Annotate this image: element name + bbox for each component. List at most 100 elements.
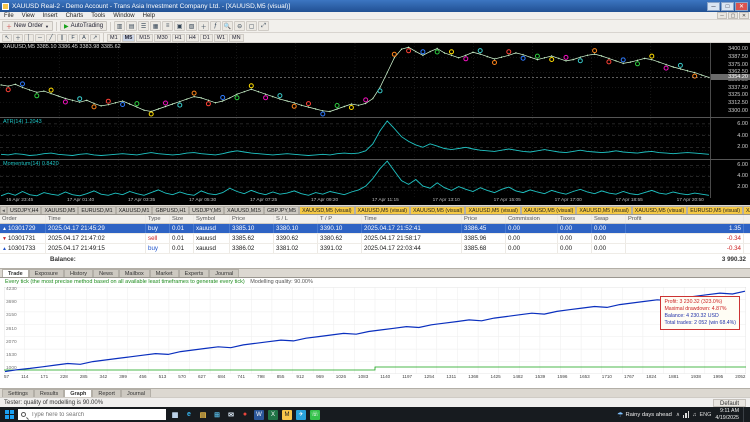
chart-tab[interactable]: XAUUSD,M15	[224, 206, 264, 214]
weather-widget[interactable]: ☂ Rainy days ahead	[617, 411, 672, 419]
tester-tab-graph[interactable]: Graph	[64, 389, 92, 397]
column-header[interactable]: Type	[146, 215, 170, 223]
cursor-icon[interactable]: ↖	[2, 34, 12, 42]
start-button[interactable]	[0, 407, 18, 422]
timeframe-h4[interactable]: H4	[186, 34, 199, 42]
tester-tab-results[interactable]: Results	[34, 389, 64, 397]
timeframe-m15[interactable]: M15	[136, 34, 153, 42]
terminal-tab-mailbox[interactable]: Mailbox	[119, 269, 150, 277]
data-window-icon[interactable]: ▦	[150, 21, 161, 31]
chart-tab[interactable]: XAUUSD,M5	[41, 206, 78, 214]
column-header[interactable]: Swap	[592, 215, 626, 223]
menu-help[interactable]: Help	[139, 13, 159, 19]
text-icon[interactable]: A	[79, 34, 89, 42]
tester-tab-settings[interactable]: Settings	[2, 389, 34, 397]
table-row[interactable]: ▲103017332025.04.17 21:49:15buy0.01xauus…	[0, 244, 750, 254]
taskbar-search[interactable]	[18, 409, 166, 420]
chart-tab[interactable]: USDJPY,H4	[7, 206, 41, 214]
indicator1-chart[interactable]	[0, 118, 710, 159]
minimize-button[interactable]: ─	[707, 2, 720, 11]
edge-icon[interactable]: e	[182, 407, 196, 422]
indicator1-pane[interactable]: ATR(14) 1.2043	[0, 118, 710, 159]
timeframe-m1[interactable]: M1	[107, 34, 121, 42]
column-header[interactable]: T / P	[318, 215, 362, 223]
child-restore-button[interactable]: ▢	[728, 12, 738, 19]
menu-window[interactable]: Window	[109, 13, 138, 19]
chart-tab[interactable]: GBPUSD,H1	[152, 206, 189, 214]
tester-tab-journal[interactable]: Journal	[121, 389, 151, 397]
timeframe-d1[interactable]: D1	[200, 34, 213, 42]
child-minimize-button[interactable]: ─	[717, 12, 727, 19]
menu-tools[interactable]: Tools	[87, 13, 109, 19]
close-button[interactable]: ✕	[735, 2, 748, 11]
crosshair-icon[interactable]: ＋	[13, 34, 23, 42]
market-watch-icon[interactable]: ☰	[138, 21, 149, 31]
terminal-tab-exposure[interactable]: Exposure	[29, 269, 64, 277]
column-header[interactable]: S / L	[274, 215, 318, 223]
arrow-tools-icon[interactable]: ↗	[90, 34, 100, 42]
column-header[interactable]: Price	[230, 215, 274, 223]
chart-tab[interactable]: XAUUSD,M1	[116, 206, 153, 214]
table-row[interactable]: ▼103017312025.04.17 21:47:02sell0.01xauu…	[0, 234, 750, 244]
task-view-icon[interactable]: ▦	[168, 407, 182, 422]
chrome-icon[interactable]: ●	[238, 407, 252, 422]
menu-file[interactable]: File	[0, 13, 18, 19]
timeframe-m30[interactable]: M30	[154, 34, 171, 42]
column-header[interactable]: Price	[462, 215, 506, 223]
tile-windows-icon[interactable]: ▢	[246, 21, 257, 31]
column-header[interactable]: Taxes	[558, 215, 592, 223]
terminal-tab-news[interactable]: News	[93, 269, 119, 277]
column-header[interactable]: Time	[362, 215, 462, 223]
chart-tab[interactable]: XAUUSD,M5 (visual)	[299, 206, 354, 214]
profile-selector[interactable]: Default	[713, 399, 746, 407]
main-chart-pane[interactable]: XAUUSD,M5 3385.10 3386.45 3383.98 3385.6…	[0, 43, 710, 117]
mail-icon[interactable]: ✉	[224, 407, 238, 422]
horizontal-line-icon[interactable]: ─	[35, 34, 45, 42]
tabs-scroll-left[interactable]: ◄	[0, 206, 7, 214]
chart-tab[interactable]: EURUSD,M1	[78, 206, 115, 214]
timeframe-mn[interactable]: MN	[229, 34, 244, 42]
language-indicator[interactable]: ENG	[700, 412, 712, 418]
mt4-icon[interactable]: M	[280, 407, 294, 422]
zoom-in-icon[interactable]: 🔍	[222, 21, 233, 31]
column-header[interactable]: Commission	[506, 215, 558, 223]
menu-charts[interactable]: Charts	[62, 13, 88, 19]
terminal-tab-trade[interactable]: Trade	[2, 269, 29, 277]
notification-center-edge[interactable]	[743, 407, 747, 422]
profiles-icon[interactable]: ▤	[126, 21, 137, 31]
terminal-icon[interactable]: ▣	[174, 21, 185, 31]
zoom-out-icon[interactable]: ⊖	[234, 21, 245, 31]
file-explorer-icon[interactable]: ▤	[196, 407, 210, 422]
column-header[interactable]: Time	[46, 215, 146, 223]
word-icon[interactable]: W	[252, 407, 266, 422]
indicators-icon[interactable]: ƒ	[210, 21, 221, 31]
balance-graph[interactable]	[4, 287, 746, 374]
chart-tab[interactable]: XAUUSD,M5 (visual)	[355, 206, 410, 214]
telegram-icon[interactable]: ✈	[294, 407, 308, 422]
navigator-icon[interactable]: ≡	[162, 21, 173, 31]
timeframe-h1[interactable]: H1	[172, 34, 185, 42]
excel-icon[interactable]: X	[266, 407, 280, 422]
full-screen-icon[interactable]: ⤢	[258, 21, 269, 31]
terminal-tab-history[interactable]: History	[64, 269, 93, 277]
trendline-icon[interactable]: ╱	[46, 34, 56, 42]
column-header[interactable]: Profit	[626, 215, 744, 223]
chart-tab[interactable]: XAUUSD,M5 (visual)	[743, 206, 750, 214]
terminal-tab-journal[interactable]: Journal	[209, 269, 239, 277]
terminal-tab-market[interactable]: Market	[150, 269, 179, 277]
strategy-tester-icon[interactable]: ▧	[186, 21, 197, 31]
autotrading-button[interactable]: ▶ AutoTrading	[60, 21, 107, 31]
maximize-button[interactable]: □	[721, 2, 734, 11]
menu-insert[interactable]: Insert	[39, 13, 62, 19]
chart-tab[interactable]: USDJPY,M5	[189, 206, 224, 214]
search-input[interactable]	[29, 411, 149, 419]
chart-tab[interactable]: XAUUSD,M5 (visual)	[576, 206, 631, 214]
indicator2-pane[interactable]: Momentum(14) 0.8420	[0, 160, 710, 198]
chart-tab[interactable]: GBPJPY,M5	[264, 206, 299, 214]
new-order-button[interactable]: ＋ New Order ▼	[2, 21, 53, 31]
chart-tab[interactable]: XAUUSD,M5 (visual)	[521, 206, 576, 214]
column-header[interactable]: Size	[170, 215, 194, 223]
child-close-button[interactable]: ✕	[739, 12, 749, 19]
chart-window-icon[interactable]: ▥	[114, 21, 125, 31]
terminal-tab-experts[interactable]: Experts	[179, 269, 210, 277]
